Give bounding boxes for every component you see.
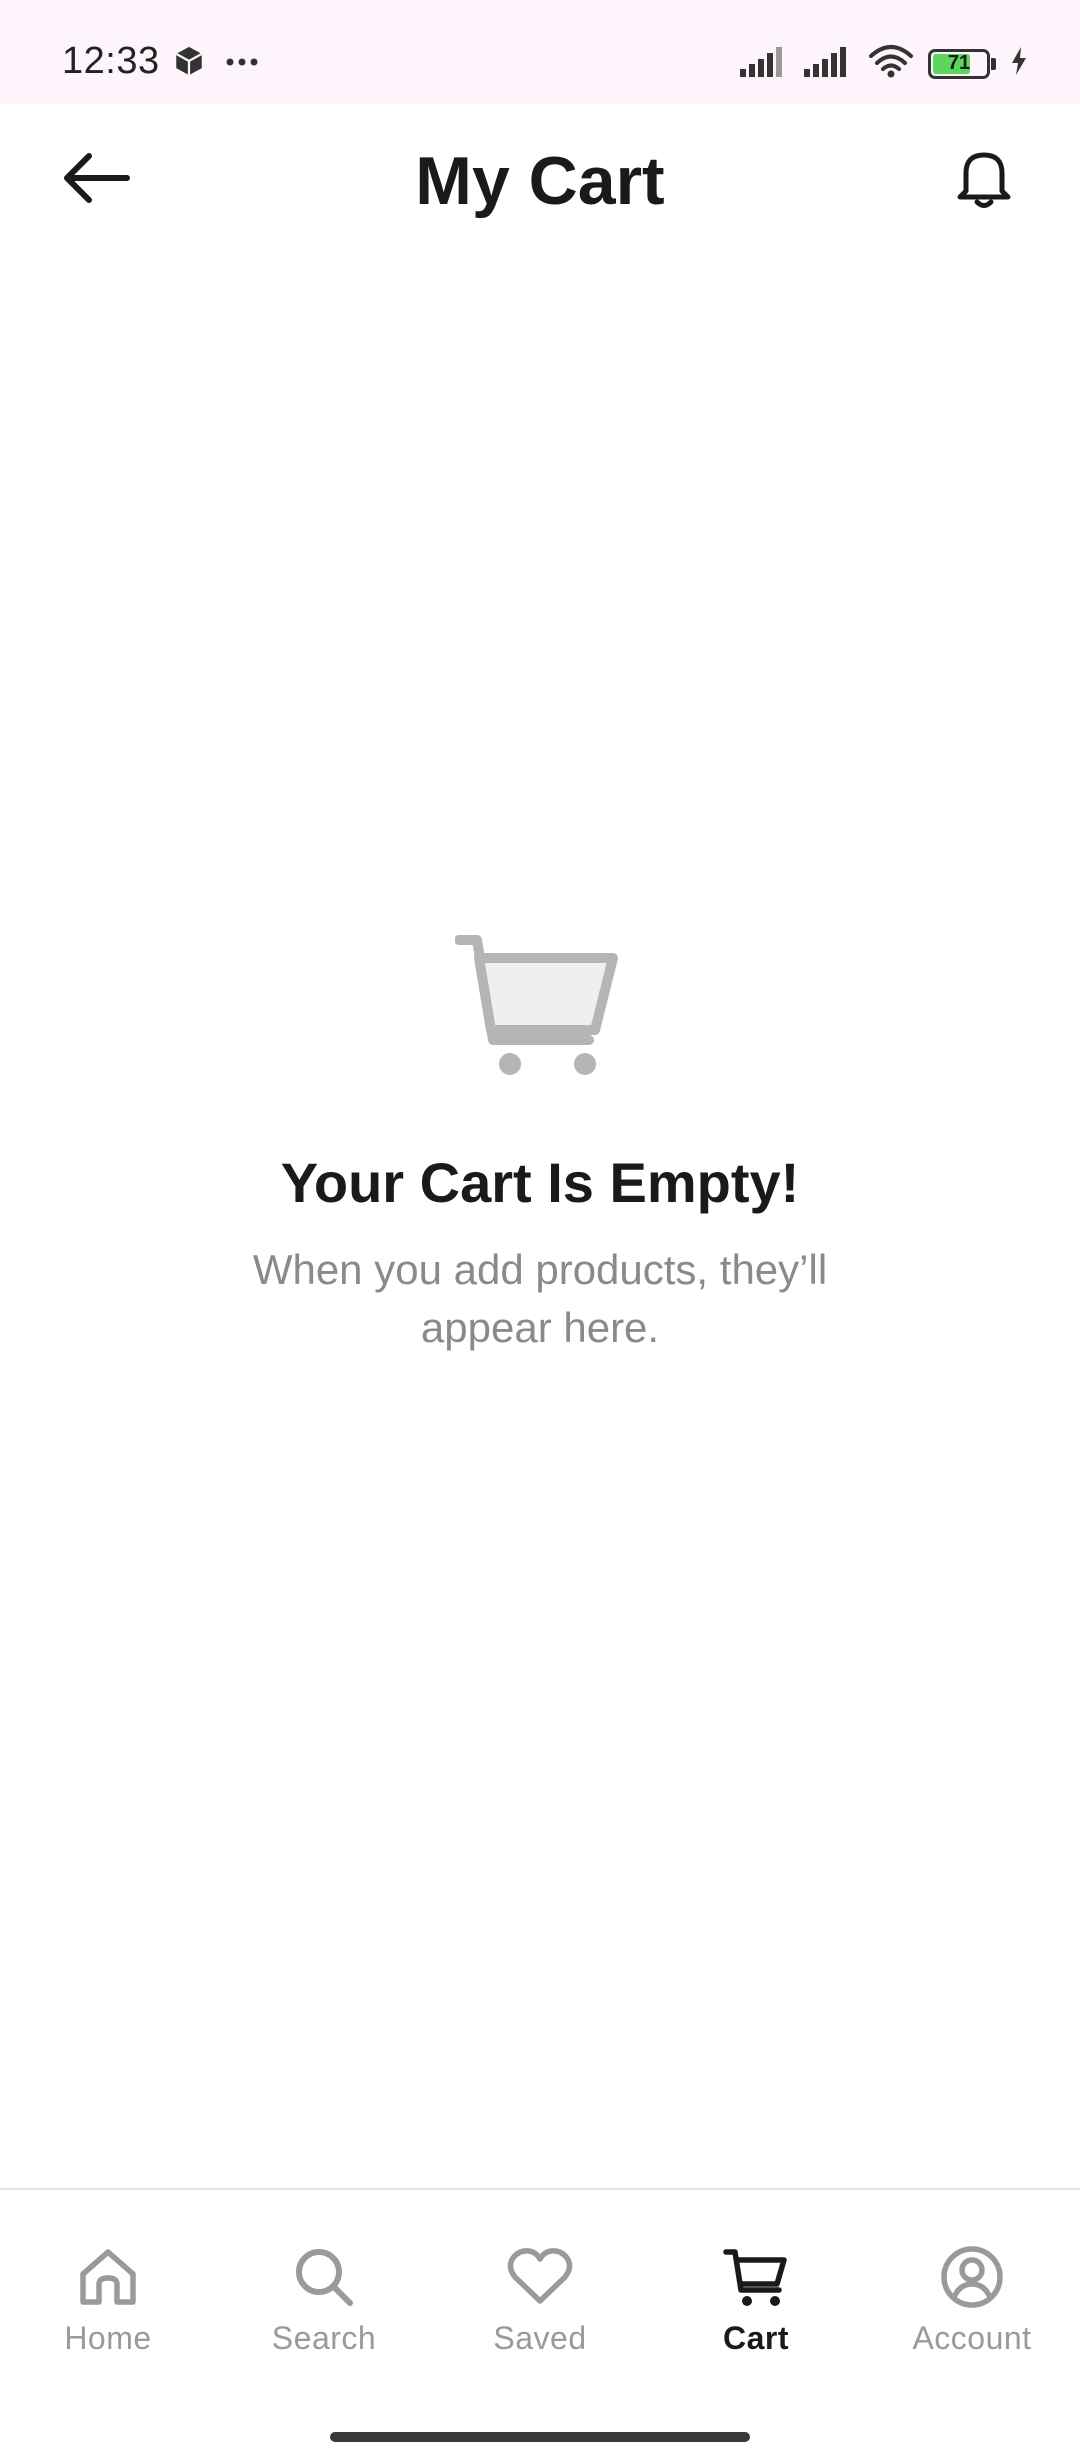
bottom-nav: Home Search Saved Cart Account [0,2188,1080,2460]
signal-icon [804,45,854,82]
cube-icon [172,44,206,83]
cart-icon [0,930,1080,1080]
nav-label-cart: Cart [722,2320,789,2356]
nav-label-search: Search [271,2320,377,2356]
status-left-icons [172,44,260,83]
account-icon [937,2242,1007,2312]
battery-level: 71 [947,52,971,74]
more-dots-icon [224,55,260,73]
empty-title: Your Cart Is Empty! [280,1151,800,1214]
nav-item-home[interactable]: Home [0,2242,216,2372]
cart-screen: 12:33 71 My Cart Your Cart Is Empty! Whe… [0,0,1080,2460]
signal-icon [740,45,790,82]
empty-subtitle: When you add products, they’ll appear he… [252,1246,828,1351]
status-right-icons: 71 [740,44,1028,83]
battery: 71 [928,48,990,79]
wifi-icon [868,44,914,83]
home-indicator[interactable] [330,2432,750,2442]
notifications-button[interactable] [944,140,1024,220]
nav-label-home: Home [64,2320,152,2356]
status-bar: 12:33 71 [0,0,1080,104]
nav-item-saved[interactable]: Saved [432,2242,648,2372]
heart-icon [505,2242,575,2312]
cart-icon [721,2242,791,2312]
app-header: My Cart [0,104,1080,254]
status-time: 12:33 [62,40,160,82]
page-title: My Cart [415,143,665,219]
battery-icon: 71 [928,48,996,79]
nav-item-search[interactable]: Search [216,2242,432,2372]
nav-label-account: Account [912,2320,1032,2356]
charging-icon [1010,46,1028,81]
empty-cart-state: Your Cart Is Empty! When you add product… [0,930,1080,1357]
battery-tip [991,57,996,70]
bell-icon [956,147,1012,214]
nav-item-account[interactable]: Account [864,2242,1080,2372]
search-icon [289,2242,359,2312]
home-icon [73,2242,143,2312]
nav-label-saved: Saved [493,2320,587,2356]
nav-item-cart[interactable]: Cart [648,2242,864,2372]
